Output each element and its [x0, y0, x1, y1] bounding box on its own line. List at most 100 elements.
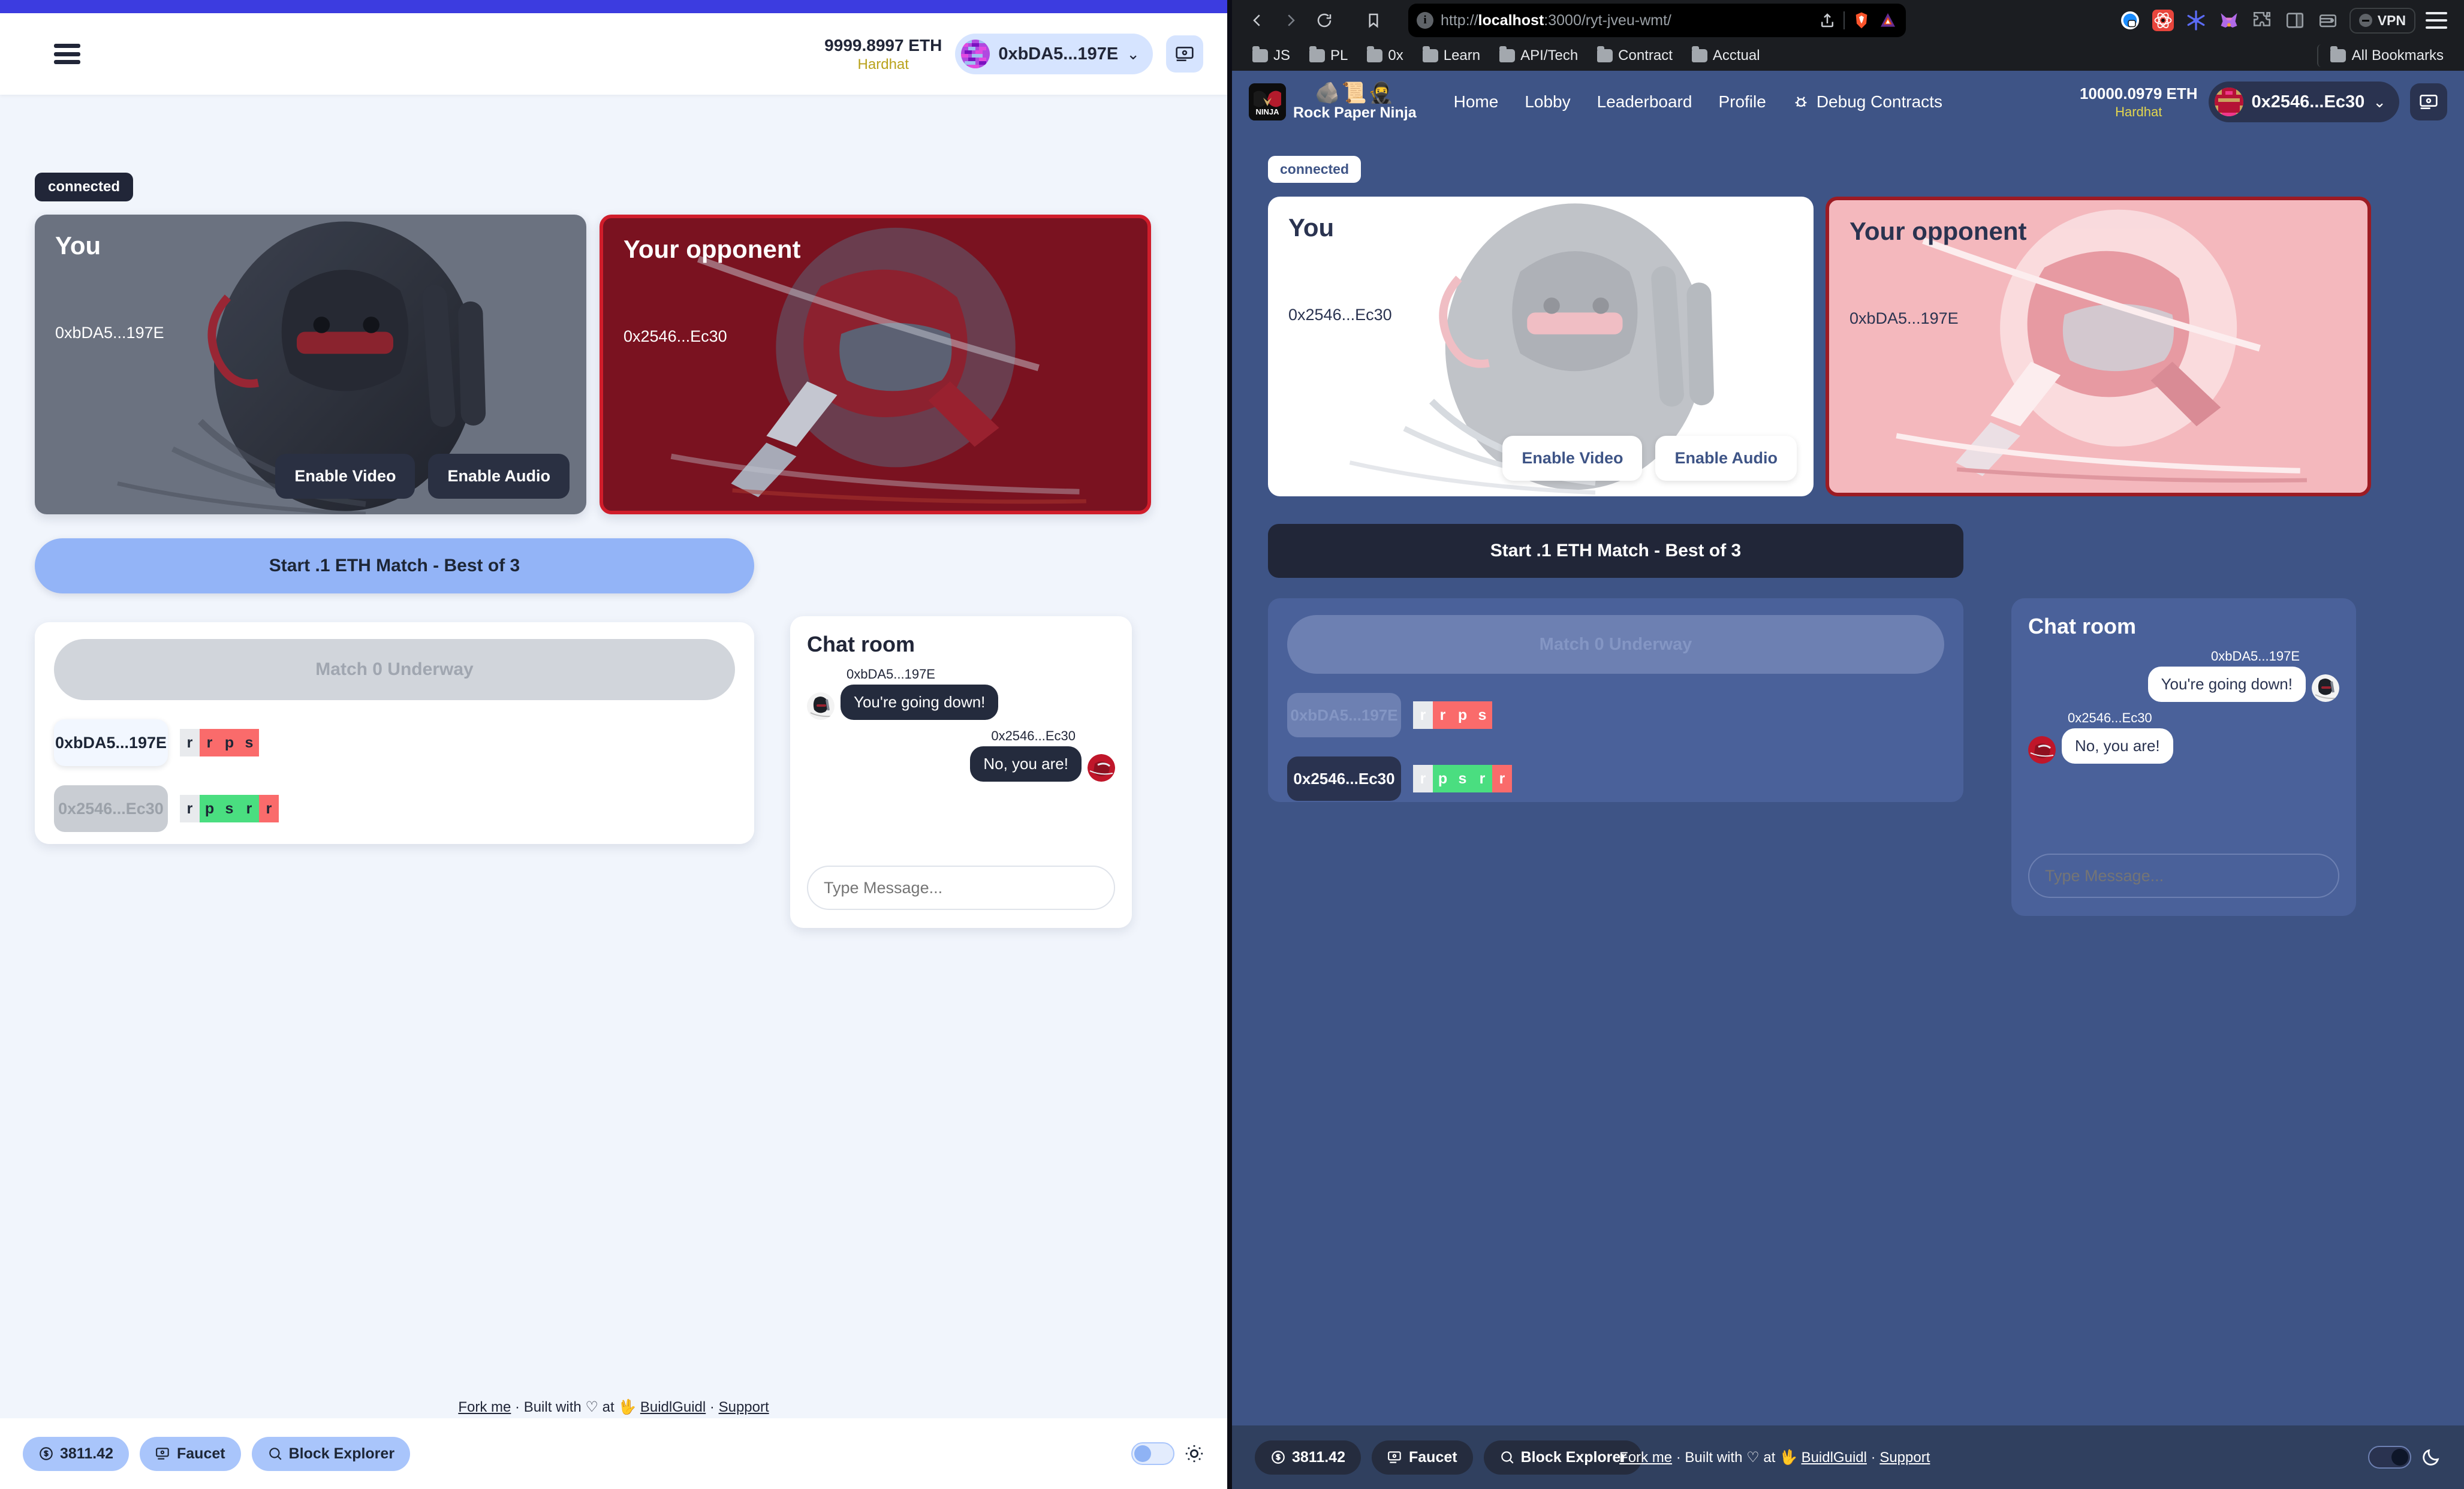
- player-address-pill[interactable]: 0x2546...Ec30: [54, 785, 168, 832]
- chat-bubble: No, you are!: [2062, 728, 2173, 764]
- footer-links: Fork me · Built with ♡ at 🖖 BuidlGuidl ·…: [1619, 1449, 1930, 1466]
- back-arrow-icon[interactable]: [1245, 8, 1269, 32]
- faucet-button[interactable]: Faucet: [1372, 1440, 1473, 1475]
- player-address-pill[interactable]: 0xbDA5...197E: [54, 719, 168, 766]
- move-cell: r: [1472, 765, 1492, 792]
- bookmark-folder[interactable]: Contract: [1590, 44, 1680, 67]
- faucet-button[interactable]: Faucet: [140, 1436, 241, 1471]
- browser-window-pane: i http://localhost:3000/ryt-jveu-wmt/ VP…: [1232, 0, 2464, 1489]
- wallet-address-button[interactable]: 0x2546...Ec30 ⌄: [2208, 82, 2399, 122]
- bookmark-folder[interactable]: API/Tech: [1492, 44, 1585, 67]
- 1password-icon[interactable]: [2119, 9, 2141, 32]
- vpn-button[interactable]: VPN: [2349, 7, 2415, 34]
- all-bookmarks-button[interactable]: All Bookmarks: [2317, 44, 2451, 67]
- block-explorer-button[interactable]: Block Explorer: [251, 1436, 411, 1471]
- debug-contracts-link[interactable]: Debug Contracts: [1793, 92, 1942, 111]
- fork-me-link[interactable]: Fork me: [1619, 1449, 1672, 1466]
- score-row: 0x2546...Ec30 r p s r r: [54, 785, 735, 832]
- you-card: You 0xbDA5...197E Enable Video Enable Au…: [35, 215, 586, 514]
- faucet-label: Faucet: [1409, 1448, 1457, 1466]
- nav-link-leaderboard[interactable]: Leaderboard: [1597, 92, 1692, 111]
- wallet-icon[interactable]: [2317, 9, 2339, 32]
- you-card-media-buttons: Enable Video Enable Audio: [275, 454, 570, 499]
- share-icon[interactable]: [1818, 11, 1836, 29]
- player-address-pill[interactable]: 0x2546...Ec30: [1287, 756, 1401, 801]
- faucet-icon: [1388, 1451, 1401, 1463]
- puzzle-extension-icon[interactable]: [2251, 9, 2273, 32]
- enable-video-button[interactable]: Enable Video: [275, 454, 415, 499]
- bat-triangle-icon[interactable]: [1878, 11, 1897, 30]
- block-explorer-button[interactable]: Block Explorer: [1483, 1440, 1643, 1475]
- theme-toggle[interactable]: [2368, 1446, 2411, 1469]
- eth-price-button[interactable]: 3811.42: [1255, 1440, 1361, 1475]
- folder-icon: [1597, 46, 1613, 62]
- fork-me-link[interactable]: Fork me: [458, 1399, 511, 1415]
- start-match-button[interactable]: Start .1 ETH Match - Best of 3: [35, 538, 754, 593]
- move-cell: r: [1413, 765, 1433, 792]
- chat-bubble: You're going down!: [841, 685, 999, 720]
- nav-link-lobby[interactable]: Lobby: [1525, 92, 1570, 111]
- rock-paper-ninja-logo-icon: NINJA: [1249, 83, 1286, 120]
- left-header-right: 9999.8997 ETH Hardhat 0xbDA5...197E ⌄: [824, 34, 1203, 74]
- bookmark-folder[interactable]: PL: [1302, 44, 1355, 67]
- metamask-fox-icon[interactable]: [2218, 9, 2240, 32]
- chat-message-list: 0xbDA5...197E You're going down! 0x2546...…: [2028, 649, 2339, 764]
- rock-paper-ninja-emoji: 🪨📜🥷: [1315, 81, 1395, 104]
- bookmark-label: 0x: [1388, 47, 1403, 64]
- bookmark-folder[interactable]: Learn: [1415, 44, 1487, 67]
- reload-icon[interactable]: [1312, 8, 1336, 32]
- snowflake-icon[interactable]: [2185, 9, 2207, 32]
- chat-message: 0xbDA5...197E You're going down!: [807, 667, 1115, 720]
- vpn-status-icon: [2358, 14, 2372, 27]
- network-label: Hardhat: [2115, 104, 2162, 119]
- start-match-button[interactable]: Start .1 ETH Match - Best of 3: [1268, 524, 1963, 578]
- buidlguidl-link[interactable]: BuidlGuidl: [640, 1399, 706, 1415]
- hamburger-menu-icon[interactable]: [54, 44, 80, 64]
- enable-video-button[interactable]: Enable Video: [1502, 436, 1643, 481]
- browser-menu-icon[interactable]: [2426, 12, 2447, 29]
- support-link[interactable]: Support: [719, 1399, 769, 1415]
- nav-link-home[interactable]: Home: [1454, 92, 1499, 111]
- move-cell: p: [200, 795, 219, 822]
- nav-link-profile[interactable]: Profile: [1718, 92, 1766, 111]
- player-cards-row: You 0xbDA5...197E Enable Video Enable Au…: [35, 215, 1151, 514]
- react-devtools-icon[interactable]: [2152, 9, 2174, 32]
- theme-toggle[interactable]: [1131, 1442, 1174, 1465]
- chat-message-input[interactable]: [2028, 854, 2339, 898]
- support-link[interactable]: Support: [1879, 1449, 1930, 1466]
- forward-arrow-icon[interactable]: [1279, 8, 1303, 32]
- folder-icon: [2330, 46, 2346, 62]
- bookmark-icon[interactable]: [1361, 8, 1385, 32]
- match-underway-banner: Match 0 Underway: [54, 639, 735, 700]
- moon-icon[interactable]: [2421, 1447, 2441, 1467]
- bookmark-folder[interactable]: JS: [1245, 44, 1297, 67]
- avatar-blockie: [2214, 88, 2243, 116]
- sidepanel-icon[interactable]: [2284, 9, 2306, 32]
- avatar: [2028, 736, 2056, 764]
- heart-icon: ♡: [585, 1399, 598, 1415]
- browser-extensions: VPN: [2119, 7, 2451, 34]
- bookmark-folder[interactable]: Acctual: [1685, 44, 1767, 67]
- move-cell: r: [180, 795, 200, 822]
- buidlguidl-link[interactable]: BuidlGuidl: [1802, 1449, 1867, 1466]
- address-bar[interactable]: i http://localhost:3000/ryt-jveu-wmt/: [1408, 4, 1906, 37]
- screen-share-button[interactable]: [1166, 35, 1203, 73]
- sun-icon[interactable]: [1184, 1443, 1204, 1464]
- brave-lion-icon[interactable]: [1852, 11, 1871, 30]
- match-underway-banner: Match 0 Underway: [1287, 615, 1944, 674]
- eth-price-button[interactable]: 3811.42: [23, 1436, 129, 1471]
- site-info-icon[interactable]: i: [1417, 12, 1433, 29]
- bookmark-folder[interactable]: 0x: [1360, 44, 1410, 67]
- enable-audio-button[interactable]: Enable Audio: [428, 454, 570, 499]
- chat-message-list: 0xbDA5...197E You're going down! 0x2546...…: [807, 667, 1115, 782]
- enable-audio-button[interactable]: Enable Audio: [1655, 436, 1797, 481]
- right-app-navbar: NINJA 🪨📜🥷 Rock Paper Ninja Home Lobby Lead…: [1232, 71, 2464, 133]
- wallet-address-button[interactable]: 0xbDA5...197E ⌄: [955, 34, 1153, 74]
- player-address-pill[interactable]: 0xbDA5...197E: [1287, 693, 1401, 737]
- brand-block[interactable]: NINJA 🪨📜🥷 Rock Paper Ninja: [1249, 83, 1417, 122]
- chat-author: 0x2546...Ec30: [2068, 710, 2152, 725]
- chat-message-input[interactable]: [807, 866, 1115, 910]
- chat-room-title: Chat room: [2028, 614, 2136, 638]
- screen-share-button[interactable]: [2410, 83, 2447, 120]
- footer-separator-1: ·: [515, 1399, 520, 1415]
